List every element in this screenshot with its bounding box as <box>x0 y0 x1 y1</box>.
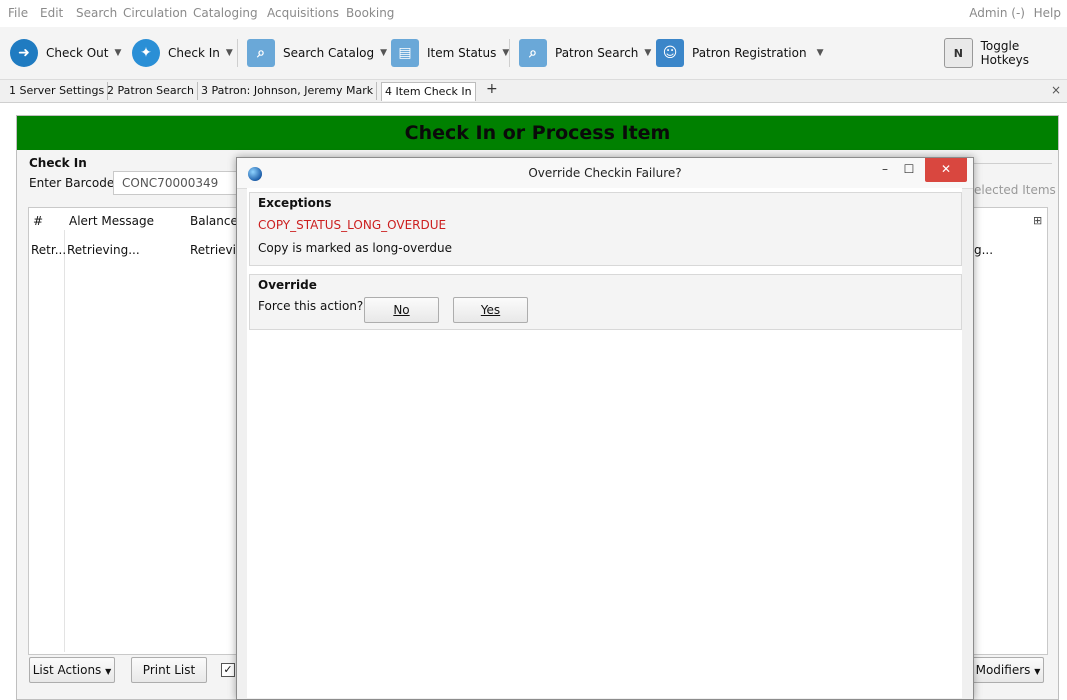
override-label: Override <box>258 278 317 292</box>
check-out-icon: ➜ <box>10 39 38 67</box>
list-actions-button[interactable]: List Actions ▼ <box>29 657 115 683</box>
dialog-title-bar[interactable]: Override Checkin Failure? – ☐ ✕ <box>237 158 973 189</box>
dialog-title: Override Checkin Failure? <box>528 166 682 180</box>
table-cell: Retrieving... <box>67 243 140 257</box>
results-table <box>28 207 240 655</box>
admin-menu[interactable]: Admin (-) <box>969 6 1025 20</box>
item-status-icon: ▤ <box>391 39 419 67</box>
print-list-button[interactable]: Print List <box>131 657 207 683</box>
column-divider <box>64 230 65 652</box>
menu-edit[interactable]: Edit <box>40 6 63 20</box>
toggle-hotkeys-label: Toggle Hotkeys <box>980 39 1029 67</box>
patron-registration-label: Patron Registration <box>692 46 807 60</box>
menu-search[interactable]: Search <box>76 6 117 20</box>
menu-bar: File Edit Search Circulation Cataloging … <box>0 0 1067 26</box>
barcode-label: Enter Barcode: <box>29 176 119 190</box>
toolbar-divider <box>237 39 238 67</box>
column-header-alert-message[interactable]: Alert Message <box>69 214 154 228</box>
tab-server-settings[interactable]: 1 Server Settings <box>6 82 109 100</box>
keyboard-icon: N <box>944 38 973 68</box>
add-tab-icon[interactable]: + <box>486 81 498 97</box>
chevron-down-icon: ▼ <box>105 667 112 676</box>
results-table-right <box>972 207 1048 655</box>
chevron-down-icon[interactable]: ▼ <box>226 48 233 58</box>
check-out-label: Check Out <box>46 46 109 60</box>
modifiers-label: Modifiers <box>975 663 1031 677</box>
patron-search-button[interactable]: ⌕ Patron Search ▼ <box>519 39 651 67</box>
chevron-down-icon[interactable]: ▼ <box>114 48 121 58</box>
tab-patron-johnson[interactable]: 3 Patron: Johnson, Jeremy Mark <box>198 82 378 100</box>
check-in-button[interactable]: ✦ Check In ▼ <box>132 39 233 67</box>
patron-search-icon: ⌕ <box>519 39 547 67</box>
table-cell: g... <box>974 243 994 257</box>
divider <box>974 163 1052 164</box>
selected-items-label: elected Items <box>974 183 1056 197</box>
check-out-button[interactable]: ➜ Check Out ▼ <box>10 39 121 67</box>
menu-circulation[interactable]: Circulation <box>123 6 187 20</box>
tab-bar: 1 Server Settings 2 Patron Search 3 Patr… <box>0 80 1067 103</box>
tab-item-check-in[interactable]: 4 Item Check In <box>381 82 476 101</box>
chevron-down-icon[interactable]: ▼ <box>644 48 651 58</box>
maximize-icon[interactable]: ☐ <box>897 158 921 182</box>
menu-cataloging[interactable]: Cataloging <box>193 6 258 20</box>
override-group: Override Force this action? No Yes <box>249 274 962 330</box>
toolbar: ➜ Check Out ▼ ✦ Check In ▼ ⌕ Search Cata… <box>0 27 1067 80</box>
exceptions-label: Exceptions <box>258 196 332 210</box>
close-icon[interactable]: ✕ <box>925 158 967 182</box>
item-status-button[interactable]: ▤ Item Status ▼ <box>391 39 509 67</box>
item-status-label: Item Status <box>427 46 497 60</box>
list-actions-label: List Actions <box>32 663 102 677</box>
toggle-hotkeys-button[interactable]: N Toggle Hotkeys <box>944 38 1067 68</box>
check-in-section-label: Check In <box>29 156 87 170</box>
patron-registration-button[interactable]: ☺ Patron Registration ▼ <box>656 39 823 67</box>
column-header-number[interactable]: # <box>33 214 43 228</box>
menu-booking[interactable]: Booking <box>346 6 394 20</box>
minimize-icon[interactable]: – <box>873 158 897 182</box>
force-action-question: Force this action? <box>258 299 364 313</box>
patron-search-label: Patron Search <box>555 46 639 60</box>
search-catalog-button[interactable]: ⌕ Search Catalog ▼ <box>247 39 387 67</box>
dialog-body: Exceptions COPY_STATUS_LONG_OVERDUE Copy… <box>247 188 962 698</box>
table-cell: Retrievin <box>190 243 236 257</box>
column-picker-icon[interactable]: ⊞ <box>1033 214 1042 227</box>
exception-code: COPY_STATUS_LONG_OVERDUE <box>258 218 447 232</box>
toolbar-divider <box>509 39 510 67</box>
table-cell: Retr... <box>31 243 67 257</box>
override-checkin-dialog: Override Checkin Failure? – ☐ ✕ Exceptio… <box>236 157 974 700</box>
exceptions-group: Exceptions COPY_STATUS_LONG_OVERDUE Copy… <box>249 192 962 266</box>
exception-description: Copy is marked as long-overdue <box>258 241 452 255</box>
barcode-input[interactable]: CONC70000349 <box>113 171 243 195</box>
chevron-down-icon[interactable]: ▼ <box>817 48 824 58</box>
checkbox[interactable]: ✓ <box>221 663 235 677</box>
menu-acquisitions[interactable]: Acquisitions <box>267 6 339 20</box>
check-in-label: Check In <box>168 46 220 60</box>
close-tab-icon[interactable]: × <box>1051 83 1061 97</box>
yes-button[interactable]: Yes <box>453 297 528 323</box>
modifiers-button[interactable]: Modifiers ▼ <box>972 657 1044 683</box>
tab-patron-search[interactable]: 2 Patron Search <box>104 82 198 100</box>
column-header-balance[interactable]: Balance <box>190 214 238 228</box>
chevron-down-icon[interactable]: ▼ <box>380 48 387 58</box>
page-title: Check In or Process Item <box>17 116 1058 150</box>
search-catalog-label: Search Catalog <box>283 46 375 60</box>
chevron-down-icon: ▼ <box>1034 667 1041 676</box>
patron-registration-icon: ☺ <box>656 39 684 67</box>
search-catalog-icon: ⌕ <box>247 39 275 67</box>
help-menu[interactable]: Help <box>1034 6 1061 20</box>
menu-file[interactable]: File <box>8 6 28 20</box>
no-button[interactable]: No <box>364 297 439 323</box>
check-in-icon: ✦ <box>132 39 160 67</box>
